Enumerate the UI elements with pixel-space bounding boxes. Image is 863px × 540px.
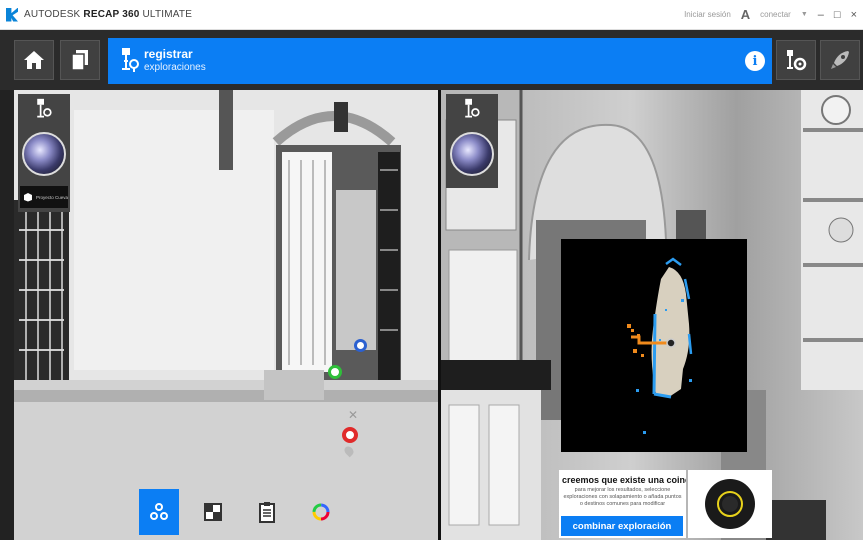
rocket-icon [831,51,849,69]
clipboard-icon [259,502,275,523]
color-wheel-icon [312,503,330,521]
close-marker-icon[interactable]: ✕ [348,408,358,422]
settings-scan-icon [787,50,807,71]
register-scan-icon [122,48,139,72]
title-prefix: AUTODESK [24,9,81,20]
page-subtitle: exploraciones [144,62,206,73]
right-scan-thumbnail[interactable] [450,132,494,176]
registration-mini-map[interactable] [561,239,747,452]
merge-scan-button[interactable]: combinar exploración [561,516,683,536]
scan-target-icon [705,479,755,529]
documents-icon [71,50,88,71]
autodesk-logo-icon [6,7,18,22]
minimize-button[interactable]: – [818,9,824,21]
scan-marker-green[interactable] [328,365,342,379]
home-icon [24,51,44,69]
close-button[interactable]: × [851,9,857,21]
report-button[interactable] [247,489,287,535]
page-header: registrar exploraciones [108,38,772,84]
left-scan-label[interactable]: Proyecto Cueva [20,186,68,208]
cube-icon [23,193,32,202]
connect-dropdown[interactable]: conectar [760,10,791,19]
scan-settings-button[interactable] [776,40,816,80]
left-scan-thumbnail[interactable] [22,132,66,176]
bottom-toolbar [139,489,341,537]
color-mode-button[interactable] [301,489,341,535]
home-button[interactable] [14,40,54,80]
cluster-icon [150,503,168,520]
checker-icon [204,503,222,521]
info-icon[interactable]: i [745,51,765,71]
right-scan-panel [446,94,498,188]
title-bar: AUTODESK RECAP 360 ULTIMATE Iniciar sesi… [0,0,863,30]
cluster-view-button[interactable] [139,489,179,535]
chevron-down-icon: ▼ [800,11,808,18]
merge-suggestion-card: creemos que existe una coinci... para me… [559,470,686,538]
scan-marker-red[interactable] [342,427,358,443]
register-scan-icon [37,98,52,118]
merge-card-heading: creemos que existe una coinci... [562,475,686,485]
left-scan-panel: Proyecto Cueva [18,94,70,212]
left-gutter [0,90,14,540]
title-edition: ULTIMATE [142,9,193,20]
documents-button[interactable] [60,40,100,80]
launch-button[interactable] [820,40,860,80]
restore-button[interactable]: □ [834,9,841,21]
autodesk-a-icon: A [740,7,751,22]
merge-card-body: para mejorar los resultados, seleccione … [563,487,682,507]
register-scan-icon [465,98,480,118]
left-scan-name: Proyecto Cueva [35,194,68,200]
scan-marker-blue[interactable] [354,339,367,352]
signin-link[interactable]: Iniciar sesión [684,10,731,19]
left-scan-scene [14,90,438,540]
left-scan-viewport[interactable]: ✕ [14,90,438,540]
app-title: AUTODESK RECAP 360 ULTIMATE [24,9,192,20]
page-title: registrar [144,47,193,61]
merge-scan-thumbnail[interactable] [688,470,772,538]
title-product: RECAP 360 [83,9,140,20]
checker-view-button[interactable] [193,489,233,535]
point-cloud-overlay [627,257,693,434]
